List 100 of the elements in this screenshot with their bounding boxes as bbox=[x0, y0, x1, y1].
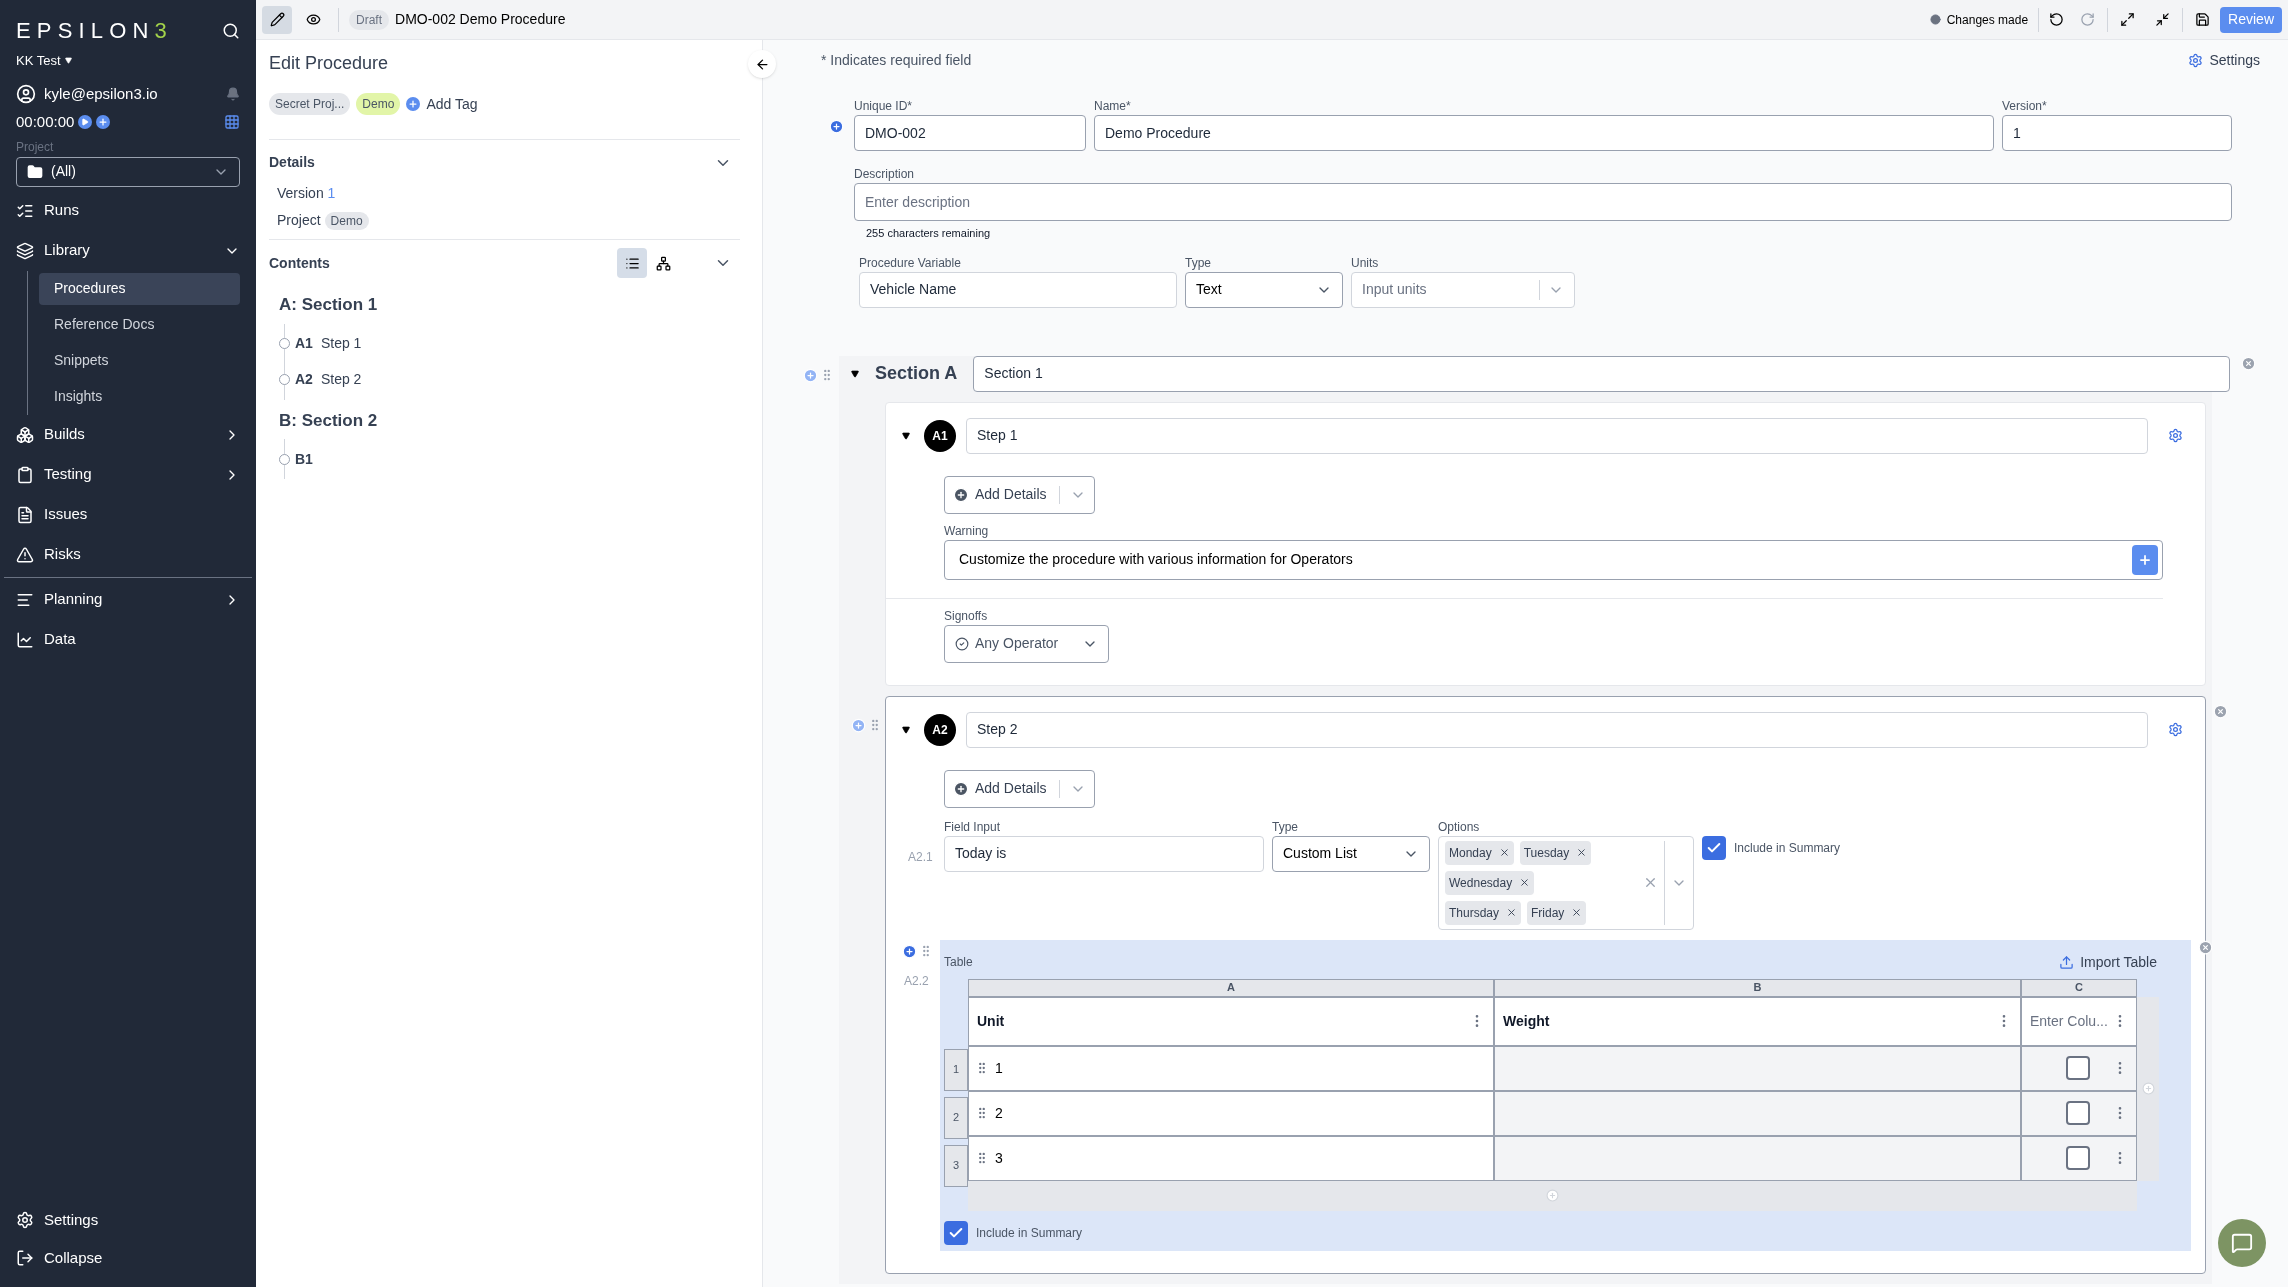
remove-section-icon[interactable] bbox=[2241, 355, 2256, 371]
checkbox[interactable] bbox=[2066, 1056, 2090, 1080]
section-title[interactable]: B: Section 2 bbox=[279, 407, 378, 433]
unique-id-field[interactable]: DMO-002 bbox=[854, 115, 1086, 151]
nav-subitem[interactable]: Reference Docs bbox=[39, 308, 240, 341]
checkbox[interactable] bbox=[2066, 1101, 2090, 1125]
nav-subitem[interactable]: Insights bbox=[39, 380, 240, 413]
plus-icon bbox=[2141, 1082, 2155, 1095]
add-button[interactable] bbox=[2132, 544, 2158, 575]
options-select[interactable]: Monday Tuesday Wednesday Thursday Friday bbox=[1438, 835, 1694, 930]
checkbox[interactable] bbox=[944, 1220, 968, 1245]
description-field[interactable]: Enter description bbox=[854, 183, 2232, 221]
add-details-button[interactable]: Add Details bbox=[944, 769, 1095, 808]
nav-item[interactable]: Testing bbox=[16, 454, 240, 495]
nav-item[interactable]: Library bbox=[16, 230, 240, 271]
table-cell[interactable]: 2 bbox=[995, 1102, 1003, 1124]
nav-item[interactable]: Issues bbox=[16, 494, 240, 535]
checkbox[interactable] bbox=[2066, 1146, 2090, 1170]
option-chip[interactable]: Thursday bbox=[1445, 900, 1522, 925]
save-icon[interactable] bbox=[2195, 12, 2211, 27]
workspace-selector[interactable]: KK Test bbox=[16, 51, 72, 71]
block-index: A2.2 bbox=[904, 972, 929, 990]
name-field[interactable]: Demo Procedure bbox=[1094, 115, 1994, 151]
plus-icon bbox=[1546, 1189, 1559, 1202]
nav-subitem[interactable]: Snippets bbox=[39, 344, 240, 377]
table-cell[interactable]: 3 bbox=[995, 1147, 1003, 1169]
step-item[interactable]: A2 Step 2 bbox=[295, 369, 362, 390]
add-tag-button[interactable]: Add Tag bbox=[406, 93, 478, 115]
step-name-field[interactable]: Step 2 bbox=[966, 711, 2148, 748]
remove-icon[interactable] bbox=[1519, 877, 1531, 888]
edit-mode-button[interactable] bbox=[262, 5, 292, 34]
row-number[interactable]: 3 bbox=[944, 1144, 968, 1187]
remove-icon[interactable] bbox=[1571, 907, 1583, 918]
undo-icon[interactable] bbox=[2049, 12, 2065, 27]
chat-button[interactable] bbox=[2218, 1219, 2266, 1267]
column-letter[interactable]: C bbox=[2021, 978, 2137, 997]
caret-icon[interactable] bbox=[902, 725, 910, 734]
add-field-icon[interactable] bbox=[829, 119, 844, 134]
grid-icon[interactable] bbox=[224, 114, 240, 131]
table-cell[interactable] bbox=[1494, 1045, 2021, 1091]
settings-icon[interactable] bbox=[2168, 428, 2183, 443]
option-chip[interactable]: Friday bbox=[1527, 900, 1587, 925]
field-input[interactable]: Today is bbox=[944, 835, 1264, 872]
settings-icon[interactable] bbox=[2168, 722, 2183, 737]
nav-item[interactable]: Runs bbox=[16, 190, 240, 231]
list-view-button[interactable] bbox=[617, 248, 647, 278]
tag[interactable]: Secret Proj... bbox=[269, 93, 351, 115]
nav-item[interactable]: Settings bbox=[16, 1201, 240, 1239]
expand-icon[interactable] bbox=[2120, 12, 2136, 27]
tag[interactable]: Demo bbox=[356, 93, 401, 115]
settings-button[interactable]: Settings bbox=[2188, 50, 2260, 71]
collapse-icon[interactable] bbox=[2155, 12, 2171, 27]
nav-item[interactable]: Planning bbox=[16, 579, 240, 620]
remove-step-icon[interactable] bbox=[2213, 703, 2228, 719]
step-item[interactable]: A1 Step 1 bbox=[295, 333, 362, 354]
section-title[interactable]: A: Section 1 bbox=[279, 292, 378, 318]
import-table-button[interactable]: Import Table bbox=[2059, 951, 2157, 973]
remove-icon[interactable] bbox=[1506, 907, 1518, 918]
version-field[interactable]: 1 bbox=[2002, 115, 2232, 151]
column-letter[interactable]: A bbox=[968, 978, 1494, 997]
table-cell[interactable] bbox=[1494, 1135, 2021, 1181]
option-chip[interactable]: Tuesday bbox=[1519, 840, 1592, 865]
type-select[interactable]: Custom List bbox=[1272, 835, 1430, 872]
project-select[interactable]: (All) bbox=[16, 156, 240, 187]
field-label: Unique ID* bbox=[854, 98, 913, 115]
warning-field[interactable]: Customize the procedure with various information for Operators bbox=[944, 539, 2163, 580]
row-number[interactable]: 2 bbox=[944, 1096, 968, 1139]
nav-item[interactable]: Risks bbox=[16, 534, 240, 575]
add-block-icon[interactable] bbox=[902, 943, 917, 959]
remove-icon[interactable] bbox=[1576, 847, 1588, 858]
signoff-select[interactable]: Any Operator bbox=[944, 624, 1109, 663]
play-icon[interactable] bbox=[78, 115, 93, 130]
table-cell[interactable] bbox=[1494, 1090, 2021, 1136]
step-name-field[interactable]: Step 1 bbox=[966, 417, 2148, 454]
units-select[interactable]: Input units bbox=[1351, 271, 1575, 308]
step-item[interactable]: B1 bbox=[295, 448, 313, 470]
clear-icon[interactable] bbox=[1643, 875, 1658, 890]
table-cell[interactable]: 1 bbox=[995, 1057, 1003, 1079]
column-letter[interactable]: B bbox=[1494, 978, 2021, 997]
caret-icon[interactable] bbox=[902, 431, 910, 440]
plus-icon[interactable] bbox=[96, 115, 111, 130]
nav-item[interactable]: Builds bbox=[16, 414, 240, 455]
remove-block-icon[interactable] bbox=[2198, 939, 2213, 955]
nav-item[interactable]: Collapse bbox=[16, 1239, 240, 1277]
checkbox[interactable] bbox=[1702, 835, 1726, 860]
option-chip[interactable]: Monday bbox=[1445, 840, 1514, 865]
nav-item[interactable]: Data bbox=[16, 619, 240, 660]
bell-icon[interactable] bbox=[226, 86, 240, 101]
add-details-button[interactable]: Add Details bbox=[944, 475, 1095, 514]
search-icon[interactable] bbox=[222, 21, 240, 40]
collapse-panel-button[interactable] bbox=[748, 50, 776, 78]
variable-field[interactable]: Vehicle Name bbox=[859, 271, 1177, 308]
nav-subitem[interactable]: Procedures bbox=[39, 272, 240, 305]
remove-icon[interactable] bbox=[1498, 847, 1510, 858]
field-label: Description bbox=[854, 166, 915, 183]
option-chip[interactable]: Wednesday bbox=[1445, 870, 1535, 895]
caret-icon[interactable] bbox=[851, 369, 859, 378]
section-name-field[interactable]: Section 1 bbox=[973, 355, 2230, 392]
row-number[interactable]: 1 bbox=[944, 1048, 968, 1091]
type-select[interactable]: Text bbox=[1185, 271, 1343, 308]
